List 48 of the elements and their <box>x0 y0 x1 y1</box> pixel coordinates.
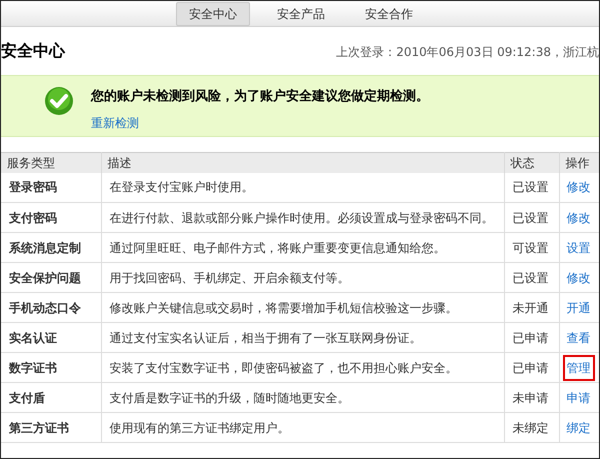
service-name: 数字证书 <box>9 360 57 374</box>
status-text: 未开通 <box>512 300 548 314</box>
action-link[interactable]: 修改 <box>562 174 594 200</box>
status-text: 已申请 <box>512 330 548 344</box>
service-name: 支付密码 <box>9 210 57 224</box>
description-text: 修改账户关键信息或交易时，将需要增加手机短信校验这一步骤。 <box>110 300 458 314</box>
action-link[interactable]: 查看 <box>562 324 594 350</box>
nav-tab[interactable]: 安全产品 <box>264 2 338 26</box>
column-header: 服务类型 <box>7 156 55 170</box>
column-header: 描述 <box>108 156 132 170</box>
status-text: 可设置 <box>512 240 548 254</box>
check-icon <box>44 86 74 116</box>
page-title: 安全中心 <box>1 40 65 62</box>
column-header: 操作 <box>566 156 590 170</box>
status-text: 已设置 <box>512 270 548 284</box>
description-text: 在进行付款、退款或部分账户操作时使用。必须设置成与登录密码不同。 <box>110 210 494 224</box>
column-header: 状态 <box>510 156 534 170</box>
description-text: 使用现有的第三方证书绑定用户。 <box>110 420 290 434</box>
status-text: 已设置 <box>512 210 548 224</box>
description-text: 用于找回密码、手机绑定、开启余额支付等。 <box>110 270 350 284</box>
service-name: 第三方证书 <box>9 420 69 434</box>
service-name: 支付盾 <box>9 390 45 404</box>
action-link[interactable]: 修改 <box>562 204 594 230</box>
last-login-text: 上次登录：2010年06月03日 09:12:38，浙江杭 <box>336 44 599 61</box>
action-link[interactable]: 管理 <box>562 354 594 380</box>
action-link[interactable]: 修改 <box>562 264 594 290</box>
description-text: 支付盾是数字证书的升级，随时随地更安全。 <box>110 390 350 404</box>
service-name: 实名认证 <box>9 330 57 344</box>
recheck-link[interactable]: 重新检测 <box>91 114 139 132</box>
description-text: 安装了支付宝数字证书，即使密码被盗了，也不用担心账户安全。 <box>110 360 458 374</box>
description-text: 通过支付宝实名认证后，相当于拥有了一张互联网身份证。 <box>110 330 422 344</box>
nav-tab[interactable]: 安全中心 <box>176 2 250 26</box>
service-name: 手机动态口令 <box>9 300 81 314</box>
status-text: 未绑定 <box>512 420 548 434</box>
service-name: 登录密码 <box>9 180 57 194</box>
service-name: 安全保护问题 <box>9 270 81 284</box>
description-text: 在登录支付宝账户时使用。 <box>110 180 254 194</box>
description-text: 通过阿里旺旺、电子邮件方式，将账户重要变更信息通知给您。 <box>110 240 446 254</box>
action-link[interactable]: 开通 <box>562 294 594 320</box>
action-link[interactable]: 设置 <box>562 234 594 260</box>
status-text: 已申请 <box>512 360 548 374</box>
action-link[interactable]: 申请 <box>562 384 594 410</box>
status-text: 未申请 <box>512 390 548 404</box>
status-text: 已设置 <box>512 180 548 194</box>
nav-tab[interactable]: 安全合作 <box>352 2 426 26</box>
service-name: 系统消息定制 <box>9 240 81 254</box>
notice-message: 您的账户未检测到风险，为了账户安全建议您做定期检测。 <box>91 88 429 106</box>
action-link[interactable]: 绑定 <box>562 414 594 440</box>
